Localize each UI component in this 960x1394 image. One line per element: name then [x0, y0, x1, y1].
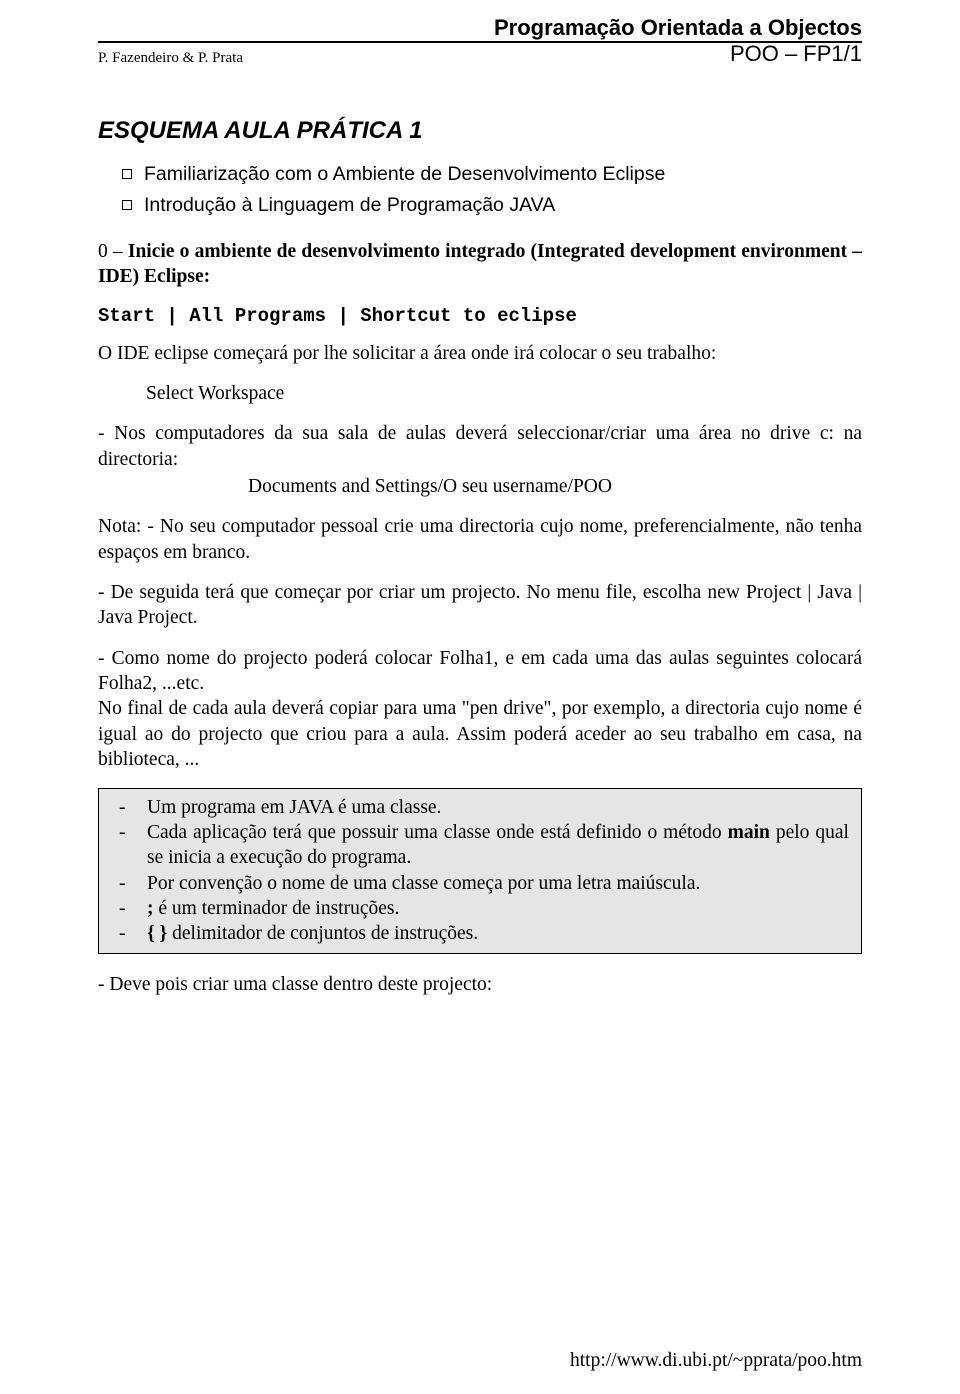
page-code: POO – FP1/1 [730, 41, 862, 67]
folha-paragraph: - Como nome do projecto poderá colocar F… [98, 646, 862, 697]
box-item: - Cada aplicação terá que possuir uma cl… [111, 820, 849, 871]
authors: P. Fazendeiro & P. Prata [98, 50, 243, 67]
bullet-list: Familiarização com o Ambiente de Desenvo… [122, 163, 862, 217]
ide-paragraph: O IDE eclipse começará por lhe solicitar… [98, 341, 862, 366]
box-item: - ; é um terminador de instruções. [111, 896, 849, 921]
note-paragraph: Nota: - No seu computador pessoal crie u… [98, 514, 862, 565]
intro-paragraph: 0 – Inicie o ambiente de desenvolvimento… [98, 239, 862, 290]
footer-url: http://www.di.ubi.pt/~pprata/poo.htm [570, 1350, 862, 1372]
box-item: - Um programa em JAVA é uma classe. [111, 795, 849, 820]
bullet-text: Familiarização com o Ambiente de Desenvo… [144, 163, 665, 186]
final-paragraph: - Deve pois criar uma classe dentro dest… [98, 972, 862, 997]
page-title: ESQUEMA AULA PRÁTICA 1 [98, 117, 862, 145]
start-path: Start | All Programs | Shortcut to eclip… [98, 305, 862, 327]
document-body: ESQUEMA AULA PRÁTICA 1 Familiarização co… [98, 117, 862, 997]
info-box: - Um programa em JAVA é uma classe. - Ca… [98, 788, 862, 954]
list-item: Introdução à Linguagem de Programação JA… [122, 194, 862, 217]
square-bullet-icon [122, 169, 132, 179]
project-paragraph: - De seguida terá que começar por criar … [98, 580, 862, 631]
select-workspace-label: Select Workspace [146, 381, 862, 406]
document-page: Programação Orientada a Objectos P. Faze… [0, 0, 960, 1394]
box-item: - { } delimitador de conjuntos de instru… [111, 921, 849, 946]
documents-path: Documents and Settings/O seu username/PO… [248, 474, 862, 499]
square-bullet-icon [122, 200, 132, 210]
box-item: - Por convenção o nome de uma classe com… [111, 871, 849, 896]
page-header: Programação Orientada a Objectos P. Faze… [98, 15, 862, 67]
bullet-text: Introdução à Linguagem de Programação JA… [144, 194, 555, 217]
list-item: Familiarização com o Ambiente de Desenvo… [122, 163, 862, 186]
computers-paragraph: - Nos computadores da sua sala de aulas … [98, 421, 862, 472]
pendrive-paragraph: No final de cada aula deverá copiar para… [98, 696, 862, 772]
course-title: Programação Orientada a Objectos [494, 15, 862, 41]
